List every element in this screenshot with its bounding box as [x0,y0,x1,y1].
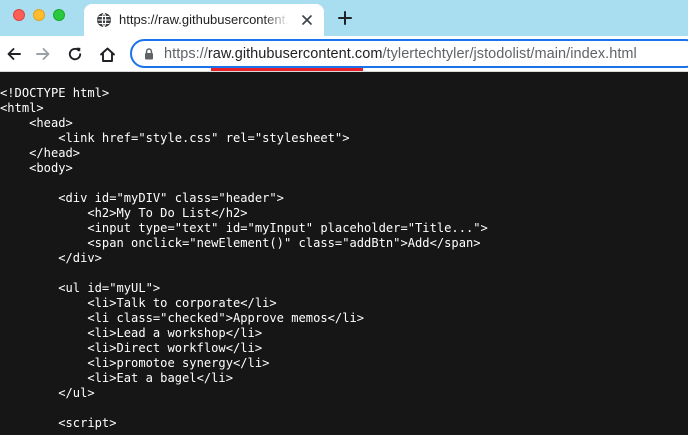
code-line: <ul id="myUL"> [0,281,161,295]
active-tab[interactable]: https://raw.githubusercontent.com/tylert… [84,4,324,36]
close-icon [302,15,312,25]
code-line: <li>Talk to corporate</li> [0,296,277,310]
url-text[interactable]: https://raw.githubusercontent.com/tylert… [164,46,637,62]
tab-strip: https://raw.githubusercontent.com/tylert… [0,0,688,36]
forward-button[interactable] [33,44,53,64]
back-arrow-icon [7,48,21,60]
code-line: <input type="text" id="myInput" placehol… [0,221,488,235]
forward-arrow-icon [36,48,50,60]
reload-icon [68,47,82,61]
code-line: <span onclick="newElement()" class="addB… [0,236,481,250]
home-button[interactable] [97,44,117,64]
tab-title: https://raw.githubusercontent.com/tylert… [119,12,289,27]
url-host: raw.githubusercontent.com [207,46,383,62]
code-line: <li>promotoe synergy</li> [0,356,270,370]
code-line: <script> [0,416,117,430]
reload-button[interactable] [65,44,85,64]
annotation-underline [211,68,363,71]
minimize-window-button[interactable] [33,9,45,21]
code-line: <li>Direct workflow</li> [0,341,263,355]
url-path: /tylertechtyler/jstodolist/main/index.ht… [382,46,637,62]
url-scheme: https:// [164,46,208,62]
new-tab-button[interactable] [335,8,355,28]
lock-icon[interactable] [142,47,156,61]
home-icon [99,47,115,62]
source-text: <!DOCTYPE html> <html> <head> <link href=… [0,86,488,431]
globe-icon [97,12,111,28]
code-line: </div> [0,251,102,265]
address-bar[interactable]: https://raw.githubusercontent.com/tylert… [130,39,688,68]
code-line: <li>Eat a bagel</li> [0,371,233,385]
tab-close-button[interactable] [298,11,316,29]
close-window-button[interactable] [13,9,25,21]
plus-icon [338,11,352,25]
code-line: </head> [0,146,81,160]
code-line: <html> [0,101,44,115]
code-line: <h2>My To Do List</h2> [0,206,248,220]
code-line: <li>Lead a workshop</li> [0,326,263,340]
back-button[interactable] [4,44,24,64]
code-line: <!DOCTYPE html> [0,86,110,100]
code-line: <li class="checked">Approve memos</li> [0,311,365,325]
code-line: <body> [0,161,73,175]
zoom-window-button[interactable] [53,9,65,21]
code-line: <div id="myDIV" class="header"> [0,191,284,205]
code-line: <link href="style.css" rel="stylesheet"> [0,131,350,145]
code-line: </ul> [0,386,95,400]
browser-toolbar: https://raw.githubusercontent.com/tylert… [0,36,688,72]
code-line: <head> [0,116,73,130]
